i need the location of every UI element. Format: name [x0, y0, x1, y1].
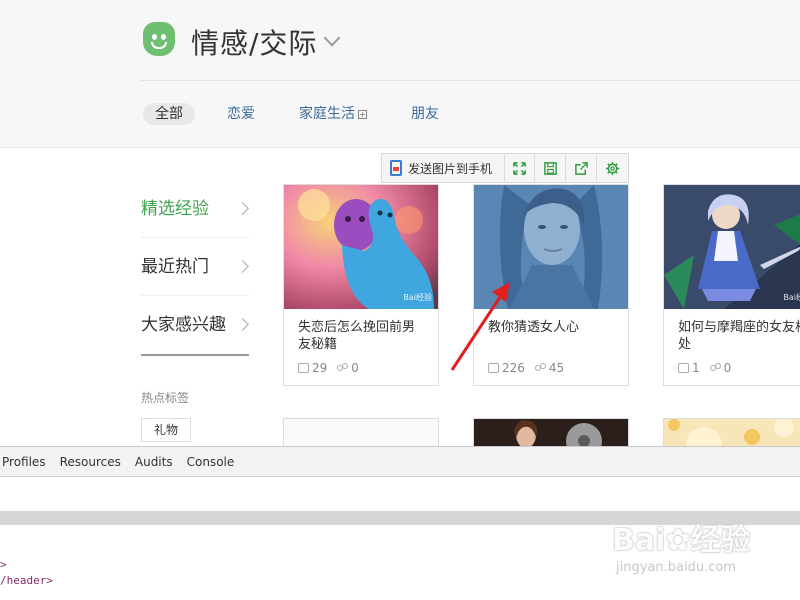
article-thumbnail: Bai经验 — [664, 185, 800, 309]
settings-button[interactable] — [597, 154, 628, 182]
article-thumbnail — [474, 185, 628, 309]
chevron-right-icon — [236, 202, 249, 215]
phone-icon — [390, 160, 402, 176]
card-title[interactable]: 教你猜透女人心 — [474, 309, 628, 361]
code-line[interactable]: /header> — [0, 573, 53, 589]
article-thumbnail: Bai经验 — [284, 185, 438, 309]
share-count-icon — [709, 363, 721, 373]
chevron-right-icon — [236, 318, 249, 331]
save-icon — [544, 161, 557, 175]
share-count: 45 — [534, 361, 564, 375]
article-card[interactable] — [473, 418, 629, 447]
tab-family-life-label: 家庭生活 — [299, 106, 355, 122]
sidebar-item-label: 大家感兴趣 — [141, 315, 226, 335]
code-line[interactable]: > — [0, 557, 53, 573]
devtools-tabs: Profiles Resources Audits Console — [0, 447, 800, 477]
share-count-icon — [337, 363, 349, 373]
category-header: 情感/交际 全部 恋爱 家庭生活 + 朋友 — [0, 0, 800, 148]
card-title[interactable]: 如何与摩羯座的女友相处 — [664, 309, 800, 361]
thumb-up-icon — [678, 363, 689, 373]
like-count: 1 — [678, 361, 700, 375]
save-button[interactable] — [535, 154, 567, 182]
chevron-down-icon[interactable] — [323, 29, 341, 47]
watermark-brand: Bai — [612, 523, 666, 558]
tab-love[interactable]: 恋爱 — [227, 103, 255, 125]
share-count: 0 — [337, 361, 359, 375]
tab-resources[interactable]: Resources — [60, 455, 121, 469]
card-stats: 226 45 — [474, 361, 628, 375]
devtools-code: > /header> — [0, 557, 53, 589]
share-count: 0 — [709, 361, 731, 375]
article-card[interactable]: Bai经验 失恋后怎么挽回前男友秘籍 29 0 — [283, 184, 439, 386]
chevron-right-icon — [236, 260, 249, 273]
thumb-up-icon — [298, 363, 309, 373]
watermark-url: jingyan.baidu.com — [616, 560, 736, 575]
article-card[interactable] — [283, 418, 439, 447]
card-title[interactable]: 失恋后怎么挽回前男友秘籍 — [284, 309, 438, 361]
watermark-text: Bai经验 — [403, 293, 432, 302]
article-thumbnail — [474, 419, 628, 447]
sidebar-item-label: 精选经验 — [141, 199, 209, 219]
article-card[interactable]: Bai经验 如何与摩羯座的女友相处 1 0 — [663, 184, 800, 386]
smiley-logo-icon — [143, 22, 175, 56]
settings-icon — [606, 161, 620, 175]
thumb-up-icon — [488, 363, 499, 373]
watermark-text: Bai经验 — [783, 293, 800, 302]
article-thumbnail — [664, 419, 800, 447]
sidebar-item-interests[interactable]: 大家感兴趣 — [141, 296, 249, 354]
image-toolbar: 发送图片到手机 — [381, 153, 629, 183]
baidu-jingyan-watermark: Bai✿经验 jingyan.baidu.com — [612, 515, 751, 575]
fullscreen-button[interactable] — [505, 154, 536, 182]
article-card[interactable]: 教你猜透女人心 226 45 — [473, 184, 629, 386]
sidebar-item-trending[interactable]: 最近热门 — [141, 238, 249, 296]
like-count: 29 — [298, 361, 327, 375]
hot-tag[interactable]: 礼物 — [141, 418, 192, 442]
hot-tags-title: 热点标签 — [141, 391, 190, 405]
tab-all[interactable]: 全部 — [143, 103, 195, 125]
share-count-icon — [534, 363, 546, 373]
tab-family-life[interactable]: 家庭生活 + — [299, 103, 367, 125]
article-card[interactable] — [663, 418, 800, 447]
share-icon — [574, 161, 588, 175]
send-to-phone-label: 发送图片到手机 — [408, 161, 493, 176]
article-thumbnail — [284, 419, 438, 447]
card-stats: 1 0 — [664, 361, 800, 375]
page-title: 情感/交际 — [191, 27, 318, 60]
card-stats: 29 0 — [284, 361, 438, 375]
sidebar-item-label: 最近热门 — [141, 257, 209, 277]
watermark-brand-tail: 经验 — [690, 523, 751, 558]
like-count: 226 — [488, 361, 525, 375]
tab-console[interactable]: Console — [187, 455, 235, 469]
fullscreen-icon — [513, 161, 526, 175]
paw-icon: ✿ — [665, 523, 691, 558]
share-button[interactable] — [566, 154, 598, 182]
divider — [141, 354, 249, 356]
expand-plus-icon[interactable]: + — [358, 109, 367, 119]
tab-audits[interactable]: Audits — [135, 455, 173, 469]
tab-profiles[interactable]: Profiles — [2, 455, 46, 469]
sidebar-item-featured[interactable]: 精选经验 — [141, 180, 249, 238]
send-to-phone-button[interactable]: 发送图片到手机 — [382, 154, 505, 182]
tab-friends[interactable]: 朋友 — [411, 103, 439, 125]
divider — [140, 80, 800, 81]
sidebar: 精选经验 最近热门 大家感兴趣 热点标签 礼物 — [141, 180, 249, 442]
